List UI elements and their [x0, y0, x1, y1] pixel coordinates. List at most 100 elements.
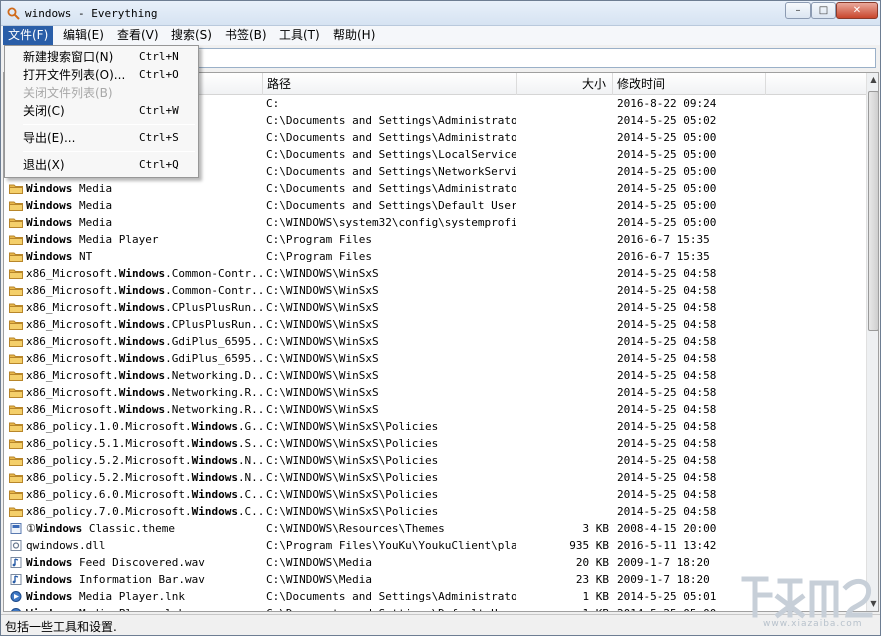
table-row[interactable]: x86_Microsoft.Windows.Common-Contr... C:\… — [4, 265, 866, 282]
cell-date: 2014-5-25 04:58 — [617, 369, 717, 382]
cell-size — [517, 214, 609, 231]
folder-icon — [9, 303, 23, 313]
table-row[interactable]: x86_policy.5.2.Microsoft.Windows.N... C:\… — [4, 469, 866, 486]
table-row[interactable]: x86_Microsoft.Windows.Common-Contr... C:\… — [4, 282, 866, 299]
app-window: windows - Everything – □ ✕ 文件(F) 编辑(E) 查… — [0, 0, 881, 636]
table-row[interactable]: x86_policy.6.0.Microsoft.Windows.C... C:\… — [4, 486, 866, 503]
table-row[interactable]: Windows NT C:\Program Files 2016-6-7 15:35 — [4, 248, 866, 265]
cell-path: C:\WINDOWS\WinSxS\Policies — [266, 471, 439, 484]
table-row[interactable]: ①Windows Classic.theme C:\WINDOWS\Resourc… — [4, 520, 866, 537]
menu-item-export[interactable]: 导出(E)... Ctrl+S — [5, 129, 198, 147]
menu-file[interactable]: 文件(F) — [3, 26, 54, 45]
menu-item-close[interactable]: 关闭(C) Ctrl+W — [5, 102, 198, 120]
cell-name: qwindows.dll — [26, 539, 106, 552]
cell-name: x86_policy.6.0.Microsoft.Windows.C... — [26, 488, 262, 501]
table-row[interactable]: x86_Microsoft.Windows.Networking.R... C:\… — [4, 384, 866, 401]
folder-icon — [9, 507, 23, 517]
table-row[interactable]: qwindows.dll C:\Program Files\YouKu\Youku… — [4, 537, 866, 554]
media-player-icon — [10, 591, 22, 602]
cell-path: C:\Documents and Settings\Administrato..… — [266, 131, 516, 144]
cell-size — [517, 486, 609, 503]
folder-icon — [9, 201, 23, 211]
maximize-icon: □ — [818, 5, 829, 16]
table-row[interactable]: x86_Microsoft.Windows.GdiPlus_6595... C:\… — [4, 333, 866, 350]
cell-path: C:\WINDOWS\WinSxS — [266, 318, 379, 331]
cell-date: 2014-5-25 04:58 — [617, 352, 717, 365]
theme-file-icon — [10, 523, 22, 534]
cell-path: C:\WINDOWS\Media — [266, 573, 372, 586]
cell-size — [517, 197, 609, 214]
table-row[interactable]: x86_Microsoft.Windows.CPlusPlusRun... C:\… — [4, 299, 866, 316]
cell-path: C:\Program Files\YouKu\YoukuClient\pla..… — [266, 539, 516, 552]
folder-icon — [9, 473, 23, 483]
cell-size: 23 KB — [575, 573, 609, 586]
cell-name: Windows NT — [26, 250, 93, 263]
audio-file-icon — [10, 557, 22, 568]
table-row[interactable]: x86_policy.5.1.Microsoft.Windows.S... C:\… — [4, 435, 866, 452]
table-row[interactable]: x86_policy.1.0.Microsoft.Windows.G... C:\… — [4, 418, 866, 435]
menu-tools[interactable]: 工具(T) — [274, 26, 325, 45]
menu-item-exit[interactable]: 退出(X) Ctrl+Q — [5, 156, 198, 174]
folder-icon — [9, 269, 23, 279]
table-row[interactable]: x86_Microsoft.Windows.Networking.R... C:\… — [4, 401, 866, 418]
menu-bookmarks[interactable]: 书签(B) — [220, 26, 272, 45]
cell-name: x86_Microsoft.Windows.CPlusPlusRun... — [26, 301, 262, 314]
cell-date: 2016-8-22 09:24 — [617, 97, 717, 110]
cell-name: x86_policy.5.2.Microsoft.Windows.N... — [26, 471, 262, 484]
scroll-up-icon[interactable]: ▲ — [867, 73, 878, 87]
cell-size — [517, 112, 609, 129]
table-row[interactable]: x86_Microsoft.Windows.CPlusPlusRun... C:\… — [4, 316, 866, 333]
scroll-thumb[interactable] — [868, 91, 878, 331]
menu-separator — [23, 151, 195, 152]
minimize-button[interactable]: – — [785, 2, 811, 19]
table-row[interactable]: x86_Microsoft.Windows.Networking.D... C:\… — [4, 367, 866, 384]
vertical-scrollbar[interactable]: ▲ ▼ — [866, 73, 878, 611]
cell-name: x86_Microsoft.Windows.Common-Contr... — [26, 267, 262, 280]
menu-item-new-search-window[interactable]: 新建搜索窗口(N) Ctrl+N — [5, 48, 198, 66]
folder-icon — [9, 286, 23, 296]
menu-help[interactable]: 帮助(H) — [328, 26, 380, 45]
cell-path: C:\WINDOWS\WinSxS — [266, 301, 379, 314]
table-row[interactable]: Windows Media Player C:\Program Files 2016… — [4, 231, 866, 248]
cell-path: C:\WINDOWS\system32\config\systemprofi..… — [266, 216, 516, 229]
cell-path: C:\WINDOWS\WinSxS — [266, 369, 379, 382]
cell-name: x86_Microsoft.Windows.Networking.R... — [26, 386, 262, 399]
cell-date: 2014-5-25 05:02 — [617, 114, 717, 127]
cell-path: C:\Documents and Settings\LocalService..… — [266, 148, 516, 161]
cell-date: 2014-5-25 05:00 — [617, 199, 717, 212]
table-row[interactable]: x86_policy.5.2.Microsoft.Windows.N... C:\… — [4, 452, 866, 469]
menu-edit[interactable]: 编辑(E) — [58, 26, 109, 45]
cell-date: 2009-1-7 18:20 — [617, 556, 710, 569]
cell-size — [517, 503, 609, 520]
column-header-date[interactable]: 修改时间 — [613, 73, 766, 95]
cell-name: Windows Feed Discovered.wav — [26, 556, 205, 569]
cell-name: Windows Media — [26, 216, 113, 229]
cell-name: x86_policy.7.0.Microsoft.Windows.C... — [26, 505, 262, 518]
table-row[interactable]: Windows Media C:\WINDOWS\system32\config\… — [4, 214, 866, 231]
column-header-size[interactable]: 大小 — [517, 73, 613, 95]
cell-name: Windows Information Bar.wav — [26, 573, 205, 586]
cell-date: 2014-5-25 04:58 — [617, 403, 717, 416]
table-row[interactable]: x86_policy.7.0.Microsoft.Windows.C... C:\… — [4, 503, 866, 520]
folder-icon — [9, 354, 23, 364]
menu-item-shortcut: Ctrl+S — [139, 131, 179, 144]
close-button[interactable]: ✕ — [836, 2, 878, 19]
title-bar[interactable]: windows - Everything – □ ✕ — [1, 1, 880, 26]
column-header-path[interactable]: 路径 — [263, 73, 517, 95]
table-row[interactable]: x86_Microsoft.Windows.GdiPlus_6595... C:\… — [4, 350, 866, 367]
cell-size — [517, 299, 609, 316]
cell-size — [517, 384, 609, 401]
maximize-button[interactable]: □ — [811, 2, 836, 19]
menu-item-open-file-list[interactable]: 打开文件列表(O)... Ctrl+O — [5, 66, 198, 84]
cell-name: x86_Microsoft.Windows.Networking.D... — [26, 369, 262, 382]
table-row[interactable]: Windows Media C:\Documents and Settings\A… — [4, 180, 866, 197]
folder-icon — [9, 320, 23, 330]
menu-search[interactable]: 搜索(S) — [166, 26, 217, 45]
cell-path: C:\WINDOWS\WinSxS\Policies — [266, 437, 439, 450]
table-row[interactable]: Windows Media C:\Documents and Settings\D… — [4, 197, 866, 214]
cell-name: x86_Microsoft.Windows.Common-Contr... — [26, 284, 262, 297]
menu-item-label: 导出(E)... — [23, 131, 76, 145]
table-row[interactable]: Windows Feed Discovered.wav C:\WINDOWS\Me… — [4, 554, 866, 571]
cell-date: 2014-5-25 05:00 — [617, 216, 717, 229]
menu-view[interactable]: 查看(V) — [112, 26, 164, 45]
